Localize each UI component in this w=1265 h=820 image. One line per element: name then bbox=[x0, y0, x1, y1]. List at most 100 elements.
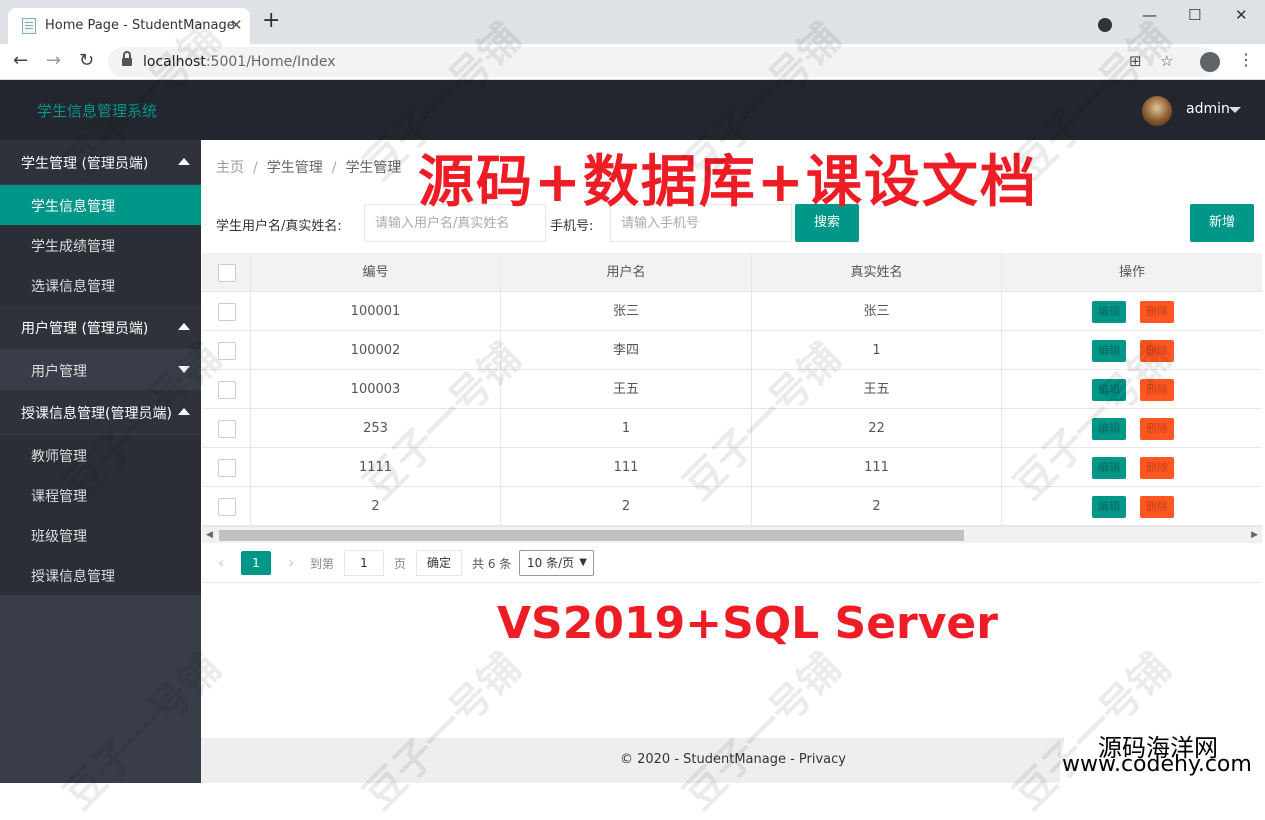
edit-button[interactable]: 编辑 bbox=[1092, 340, 1126, 362]
goto-confirm-button[interactable]: 确定 bbox=[416, 550, 462, 576]
column-header-id[interactable]: 编号 bbox=[251, 253, 501, 292]
sidebar-item-label: 学生成绩管理 bbox=[31, 239, 115, 255]
column-header-actions: 操作 bbox=[1118, 265, 1145, 280]
goto-prefix: 到第 bbox=[310, 557, 335, 571]
cell-id: 253 bbox=[251, 409, 501, 448]
sidebar-item-student-grades[interactable]: 学生成绩管理 bbox=[0, 225, 201, 265]
sidebar-item-label: 选课信息管理 bbox=[31, 279, 115, 295]
page-suffix: 页 bbox=[394, 557, 407, 571]
nav-group-teaching[interactable]: 授课信息管理(管理员端) bbox=[0, 390, 201, 434]
delete-button[interactable]: 删除 bbox=[1140, 379, 1174, 401]
row-checkbox[interactable] bbox=[218, 459, 236, 477]
new-tab-icon[interactable]: + bbox=[262, 10, 280, 32]
page-size-select[interactable]: 10 条/页 ▼ bbox=[519, 550, 594, 576]
page-favicon-icon bbox=[22, 18, 36, 34]
page-current[interactable]: 1 bbox=[241, 551, 271, 575]
sidebar-item-teaching-info[interactable]: 授课信息管理 bbox=[0, 555, 201, 595]
app-logo[interactable]: 学生信息管理系统 bbox=[37, 100, 157, 121]
menu-kebab-icon[interactable]: ⋮ bbox=[1238, 50, 1254, 69]
table-header: 编号 用户名 真实姓名 操作 bbox=[202, 253, 1262, 292]
breadcrumb-level2: 学生管理 bbox=[345, 160, 402, 176]
cell-actions bbox=[1002, 370, 1262, 409]
scrollbar-thumb[interactable] bbox=[219, 530, 964, 541]
sidebar-item-label: 班级管理 bbox=[31, 529, 87, 545]
breadcrumb-level1[interactable]: 学生管理 bbox=[267, 160, 323, 176]
media-record-icon[interactable] bbox=[1098, 18, 1112, 32]
bookmark-star-icon[interactable]: ☆ bbox=[1160, 52, 1173, 70]
sidebar-item-courses[interactable]: 课程管理 bbox=[0, 475, 201, 515]
edit-button[interactable]: 编辑 bbox=[1092, 379, 1126, 401]
breadcrumb-home[interactable]: 主页 bbox=[216, 160, 244, 176]
row-select-cell bbox=[202, 331, 251, 370]
user-menu-caret-icon[interactable] bbox=[1229, 107, 1241, 113]
table-horizontal-scrollbar[interactable]: ◀ ▶ bbox=[202, 526, 1262, 543]
sidebar-item-user-management[interactable]: 用户管理 bbox=[0, 350, 201, 390]
cell-username: 2 bbox=[501, 487, 752, 526]
row-checkbox[interactable] bbox=[218, 420, 236, 438]
window-close-icon[interactable]: ✕ bbox=[1235, 6, 1248, 24]
select-all-checkbox[interactable] bbox=[218, 264, 236, 282]
row-select-cell bbox=[202, 370, 251, 409]
promo-overlay-top: 源码+数据库+课设文档 bbox=[418, 150, 1038, 215]
reload-icon[interactable]: ↻ bbox=[79, 50, 94, 71]
address-bar[interactable]: localhost:5001/Home/Index ⊞ ☆ bbox=[108, 47, 1218, 77]
cell-actions bbox=[1002, 487, 1262, 526]
translate-icon[interactable]: ⊞ bbox=[1129, 52, 1142, 70]
sidebar: 学生管理 (管理员端) 学生信息管理 学生成绩管理 选课信息管理 用户管理 (管… bbox=[0, 140, 201, 783]
nav-group-label: 授课信息管理(管理员端) bbox=[21, 406, 172, 422]
edit-button[interactable]: 编辑 bbox=[1092, 496, 1126, 518]
table-row: 100003 王五 王五 编辑 删除 bbox=[202, 370, 1262, 409]
maximize-icon[interactable]: ☐ bbox=[1188, 6, 1201, 24]
row-checkbox[interactable] bbox=[218, 381, 236, 399]
cell-realname: 22 bbox=[752, 409, 1002, 448]
browser-toolbar: ← → ↻ localhost:5001/Home/Index ⊞ ☆ ⋮ bbox=[0, 44, 1265, 80]
sidebar-item-label: 课程管理 bbox=[31, 489, 87, 505]
sidebar-item-teachers[interactable]: 教师管理 bbox=[0, 435, 201, 475]
next-page-icon[interactable]: › bbox=[288, 553, 294, 572]
edit-button[interactable]: 编辑 bbox=[1092, 418, 1126, 440]
tab-close-icon[interactable]: ✕ bbox=[230, 16, 243, 34]
add-button[interactable]: 新增 bbox=[1190, 204, 1254, 242]
lock-icon[interactable] bbox=[122, 51, 132, 67]
goto-page-input[interactable]: 1 bbox=[344, 550, 384, 576]
delete-button[interactable]: 删除 bbox=[1140, 418, 1174, 440]
column-header-username[interactable]: 用户名 bbox=[501, 253, 752, 292]
page-size-value: 10 条/页 bbox=[527, 556, 575, 570]
username[interactable]: admin bbox=[1186, 101, 1230, 117]
edit-button[interactable]: 编辑 bbox=[1092, 301, 1126, 323]
forward-icon[interactable]: → bbox=[46, 50, 61, 71]
minimize-icon[interactable]: — bbox=[1142, 6, 1157, 24]
column-header-realname[interactable]: 真实姓名 bbox=[752, 253, 1002, 292]
nav-group-user[interactable]: 用户管理 (管理员端) bbox=[0, 305, 201, 349]
sidebar-item-classes[interactable]: 班级管理 bbox=[0, 515, 201, 555]
pagination: ‹ 1 › 到第 1 页 确定 共 6 条 10 条/页 ▼ bbox=[202, 543, 1262, 583]
row-checkbox[interactable] bbox=[218, 303, 236, 321]
scroll-right-icon[interactable]: ▶ bbox=[1251, 530, 1258, 540]
delete-button[interactable]: 删除 bbox=[1140, 457, 1174, 479]
browser-tab[interactable]: Home Page - StudentManage ✕ bbox=[8, 8, 250, 44]
delete-button[interactable]: 删除 bbox=[1140, 496, 1174, 518]
url-text[interactable]: localhost:5001/Home/Index bbox=[143, 54, 336, 70]
sidebar-item-label: 授课信息管理 bbox=[31, 569, 115, 585]
avatar[interactable] bbox=[1142, 96, 1172, 126]
nav-group-student[interactable]: 学生管理 (管理员端) bbox=[0, 140, 201, 184]
sidebar-item-student-info[interactable]: 学生信息管理 bbox=[0, 185, 201, 225]
edit-button[interactable]: 编辑 bbox=[1092, 457, 1126, 479]
watermark-text: 豆子一号铺 bbox=[675, 644, 850, 819]
prev-page-icon[interactable]: ‹ bbox=[218, 553, 224, 572]
row-checkbox[interactable] bbox=[218, 498, 236, 516]
breadcrumb-separator: / bbox=[253, 160, 258, 176]
cell-id: 100001 bbox=[251, 292, 501, 331]
cell-actions bbox=[1002, 448, 1262, 487]
row-select-cell bbox=[202, 448, 251, 487]
sidebar-item-course-selection[interactable]: 选课信息管理 bbox=[0, 265, 201, 305]
sidebar-item-label: 学生信息管理 bbox=[31, 199, 115, 215]
scroll-left-icon[interactable]: ◀ bbox=[206, 530, 213, 540]
profile-icon[interactable] bbox=[1200, 52, 1220, 72]
cell-realname: 1 bbox=[752, 331, 1002, 370]
row-checkbox[interactable] bbox=[218, 342, 236, 360]
back-icon[interactable]: ← bbox=[13, 50, 28, 71]
delete-button[interactable]: 删除 bbox=[1140, 301, 1174, 323]
cell-realname: 111 bbox=[752, 448, 1002, 487]
delete-button[interactable]: 删除 bbox=[1140, 340, 1174, 362]
